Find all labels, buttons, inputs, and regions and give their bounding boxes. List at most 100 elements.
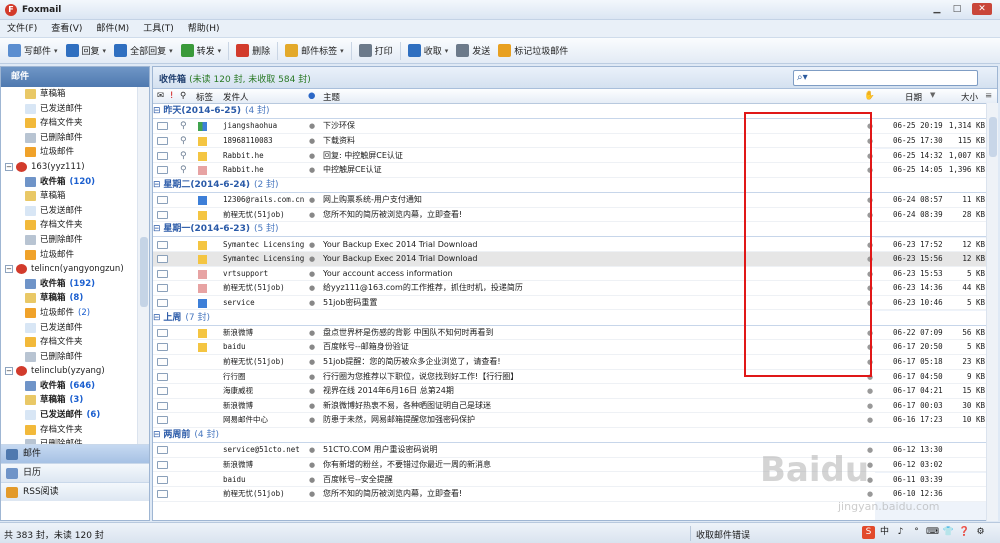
collapse-toggle-icon[interactable]: −: [5, 265, 13, 274]
message-row[interactable]: 新浪微博 ● 新浪微博好热衷不易，各种晒图证明自己是球迷 ● 06-17 00:03 30…: [153, 398, 987, 414]
search-box[interactable]: ⌕▾: [793, 70, 978, 86]
chevron-down-icon[interactable]: ▾: [103, 47, 107, 55]
sound-icon[interactable]: ♪: [894, 526, 907, 539]
nav-mail[interactable]: 邮件: [1, 444, 149, 463]
unread-dot-icon[interactable]: ●: [309, 149, 315, 164]
unread-dot-icon[interactable]: ●: [309, 163, 315, 178]
spam-button[interactable]: 标记垃圾邮件: [494, 41, 572, 61]
folder-item[interactable]: 存档文件夹: [1, 218, 149, 233]
collapse-toggle-icon[interactable]: ⊟: [153, 180, 163, 190]
read-status-column-icon[interactable]: ✉: [157, 91, 164, 101]
folder-item[interactable]: 垃圾邮件: [1, 248, 149, 263]
unread-dot-icon[interactable]: ●: [309, 443, 315, 458]
chevron-down-icon[interactable]: ▾: [340, 47, 344, 55]
unread-dot-icon[interactable]: ●: [309, 134, 315, 149]
minimize-button[interactable]: ▁: [930, 3, 944, 15]
unread-dot-icon[interactable]: ●: [309, 208, 315, 223]
date-column[interactable]: 日期: [905, 91, 922, 103]
unread-dot-icon[interactable]: ●: [309, 399, 315, 414]
unread-dot-icon[interactable]: ●: [309, 326, 315, 341]
junk-dot-icon[interactable]: ●: [867, 399, 873, 414]
folder-item[interactable]: 已删除邮件: [1, 233, 149, 248]
collapse-toggle-icon[interactable]: ⊟: [153, 430, 163, 440]
folder-item[interactable]: 存档文件夹: [1, 423, 149, 438]
unread-dot-icon[interactable]: ●: [309, 296, 315, 311]
subject-column[interactable]: 主题: [323, 91, 340, 103]
unread-dot-icon[interactable]: ●: [309, 413, 315, 428]
priority-column-icon[interactable]: !: [170, 91, 173, 101]
tag-button[interactable]: 邮件标签 ▾: [281, 41, 348, 61]
menu-item[interactable]: 帮助(H): [181, 20, 227, 38]
attachment-column-icon[interactable]: ⚲: [180, 91, 186, 101]
group-header[interactable]: ⊟ 两周前 (4 封): [153, 428, 987, 443]
chevron-down-icon[interactable]: ▾: [54, 47, 58, 55]
collapse-toggle-icon[interactable]: ⊟: [153, 106, 163, 116]
folder-item[interactable]: 已发送邮件: [1, 102, 149, 117]
forward-button[interactable]: 转发 ▾: [177, 41, 226, 61]
message-scrollbar[interactable]: [986, 103, 998, 521]
collapse-toggle-icon[interactable]: ⊟: [153, 313, 163, 323]
folder-item[interactable]: 垃圾邮件: [1, 145, 149, 160]
junk-dot-icon[interactable]: ●: [867, 413, 873, 428]
unread-dot-icon[interactable]: ●: [309, 281, 315, 296]
folder-item[interactable]: 已删除邮件: [1, 350, 149, 365]
help-icon[interactable]: ❓: [958, 526, 971, 539]
chevron-down-icon[interactable]: ▾: [218, 47, 222, 55]
collapse-toggle-icon[interactable]: −: [5, 367, 13, 376]
folder-item[interactable]: 已发送邮件 (6): [1, 408, 149, 423]
unread-dot-icon[interactable]: ●: [309, 193, 315, 208]
folder-item[interactable]: 已发送邮件: [1, 204, 149, 219]
folder-item[interactable]: 已删除邮件: [1, 437, 149, 444]
from-column[interactable]: 发件人: [223, 91, 249, 103]
punctuation-icon[interactable]: °: [910, 526, 923, 539]
collapse-toggle-icon[interactable]: −: [5, 162, 13, 171]
unread-dot-icon[interactable]: ●: [309, 370, 315, 385]
compose-button[interactable]: 写邮件 ▾: [4, 41, 62, 61]
menu-item[interactable]: 邮件(M): [89, 20, 136, 38]
unread-dot-icon[interactable]: ●: [309, 238, 315, 253]
folder-item[interactable]: 已删除邮件: [1, 131, 149, 146]
unread-dot-icon[interactable]: ●: [309, 487, 315, 502]
message-row[interactable]: 海康威视 ● 视界在线 2014年6月16日 总第24期 ● 06-17 04:21 15…: [153, 384, 987, 399]
menu-item[interactable]: 文件(F): [0, 20, 44, 38]
tag-column[interactable]: 标签: [196, 91, 213, 103]
nav-rss[interactable]: RSS阅读: [1, 482, 149, 501]
reply-all-button[interactable]: 全部回复 ▾: [110, 41, 177, 61]
receive-button[interactable]: 收取 ▾: [404, 41, 453, 61]
unread-dot-icon[interactable]: ●: [309, 473, 315, 488]
sort-desc-icon[interactable]: ▼: [930, 91, 935, 99]
collapse-toggle-icon[interactable]: ⊟: [153, 224, 163, 234]
nav-calendar[interactable]: 日历: [1, 463, 149, 482]
keyboard-icon[interactable]: ⌨: [926, 526, 939, 539]
send-button[interactable]: 发送: [452, 41, 494, 61]
search-icon[interactable]: ⌕▾: [797, 72, 808, 83]
folder-item[interactable]: − 163(yyz111): [1, 160, 149, 175]
size-column[interactable]: 大小: [961, 91, 978, 103]
folder-item[interactable]: − telinclub(yzyang): [1, 364, 149, 379]
folder-item[interactable]: 垃圾邮件 (2): [1, 306, 149, 321]
chevron-down-icon[interactable]: ▾: [445, 47, 449, 55]
folder-item[interactable]: 草稿箱: [1, 87, 149, 102]
junk-column-icon[interactable]: ✋: [864, 91, 875, 101]
folder-item[interactable]: 草稿箱 (8): [1, 291, 149, 306]
sogou-input-icon[interactable]: S: [862, 526, 875, 539]
chinese-mode-icon[interactable]: 中: [878, 526, 891, 539]
delete-button[interactable]: 删除: [232, 41, 274, 61]
folder-item[interactable]: 已发送邮件: [1, 321, 149, 336]
maximize-button[interactable]: □: [950, 3, 964, 15]
menu-item[interactable]: 查看(V): [44, 20, 89, 38]
chevron-down-icon[interactable]: ▾: [169, 47, 173, 55]
folder-scroll-thumb[interactable]: [140, 237, 148, 307]
folder-scrollbar[interactable]: [137, 87, 149, 445]
settings-icon[interactable]: ⚙: [974, 526, 987, 539]
folder-item[interactable]: 收件箱 (646): [1, 379, 149, 394]
message-row[interactable]: 网易邮件中心 ● 防患于未然，网易邮箱提醒您加强密码保护 ● 06-16 17:23 10…: [153, 413, 987, 428]
unread-dot-icon[interactable]: ●: [309, 458, 315, 473]
folder-item[interactable]: 存档文件夹: [1, 116, 149, 131]
folder-item[interactable]: − telincn(yangyongzun): [1, 262, 149, 277]
folder-item[interactable]: 存档文件夹: [1, 335, 149, 350]
junk-dot-icon[interactable]: ●: [867, 384, 873, 399]
message-scroll-thumb[interactable]: [989, 117, 997, 157]
folder-item[interactable]: 草稿箱 (3): [1, 393, 149, 408]
folder-item[interactable]: 收件箱 (192): [1, 277, 149, 292]
